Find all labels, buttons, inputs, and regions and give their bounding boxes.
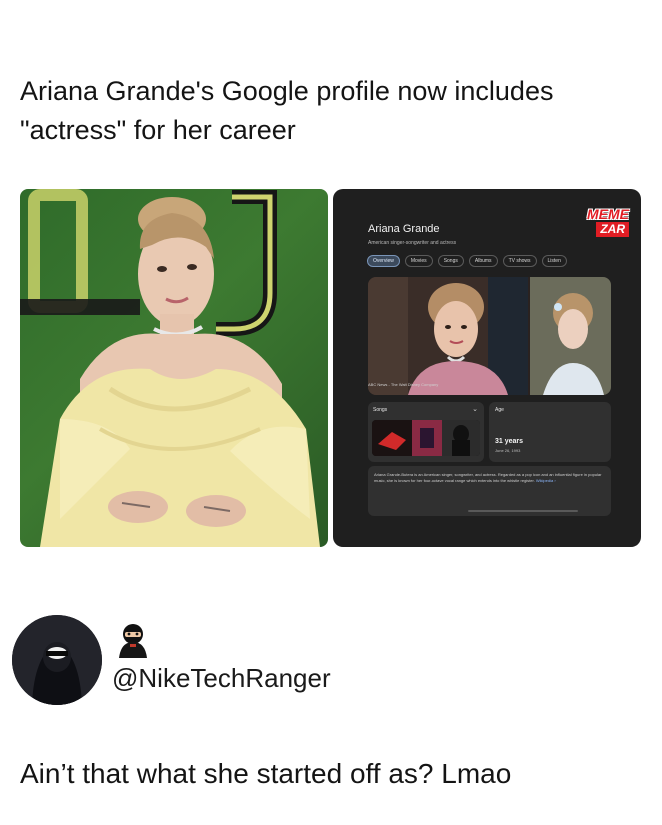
chevron-down-icon[interactable]: ⌄ <box>472 405 478 413</box>
bio-text: Ariana Grande-Butera is an American sing… <box>374 472 602 483</box>
watermark-top-text: MEME <box>587 206 629 222</box>
profile-tabs: Overview Movies Songs Albums TV shows Li… <box>367 255 567 267</box>
expand-bar[interactable] <box>468 510 578 512</box>
profile-subtitle: American singer-songwriter and actress <box>368 240 457 246</box>
profile-image-strip[interactable] <box>368 277 611 395</box>
bio-paragraph: Ariana Grande-Butera is an American sing… <box>374 472 604 484</box>
watermark-bottom-text: ZAR <box>596 222 629 237</box>
author-handle[interactable]: @NikeTechRanger <box>112 663 331 694</box>
ninja-emoji-icon <box>113 622 153 658</box>
profile-name: Ariana Grande <box>368 223 440 235</box>
age-card: Age 31 years June 26, 1993 <box>489 402 611 462</box>
wikipedia-link[interactable]: Wikipedia › <box>536 478 556 483</box>
memezar-watermark: MEME ZAR <box>573 207 629 243</box>
songs-card[interactable]: Songs ⌄ <box>368 402 484 462</box>
tweet-text: Ain’t that what she started off as? Lmao <box>20 758 512 789</box>
google-knowledge-panel: MEME ZAR Ariana Grande American singer-s… <box>333 189 641 547</box>
songs-artwork[interactable] <box>372 420 480 456</box>
red-carpet-photo <box>20 189 328 547</box>
tab-listen[interactable]: Listen <box>541 255 567 267</box>
tab-albums[interactable]: Albums <box>468 255 498 267</box>
avatar[interactable] <box>12 615 102 705</box>
bio-card: Ariana Grande-Butera is an American sing… <box>368 466 611 516</box>
image-source-caption: ABC News - The Walt Disney Company <box>368 382 439 387</box>
age-value: 31 years <box>495 438 524 445</box>
age-card-label: Age <box>495 407 504 413</box>
tab-tv-shows[interactable]: TV shows <box>502 255 537 267</box>
tab-movies[interactable]: Movies <box>404 255 433 267</box>
tab-songs[interactable]: Songs <box>437 255 464 267</box>
birth-date: June 26, 1993 <box>495 448 521 453</box>
tab-overview[interactable]: Overview <box>367 255 400 267</box>
songs-card-title: Songs <box>373 407 388 413</box>
post-headline: Ariana Grande's Google profile now inclu… <box>20 76 554 145</box>
